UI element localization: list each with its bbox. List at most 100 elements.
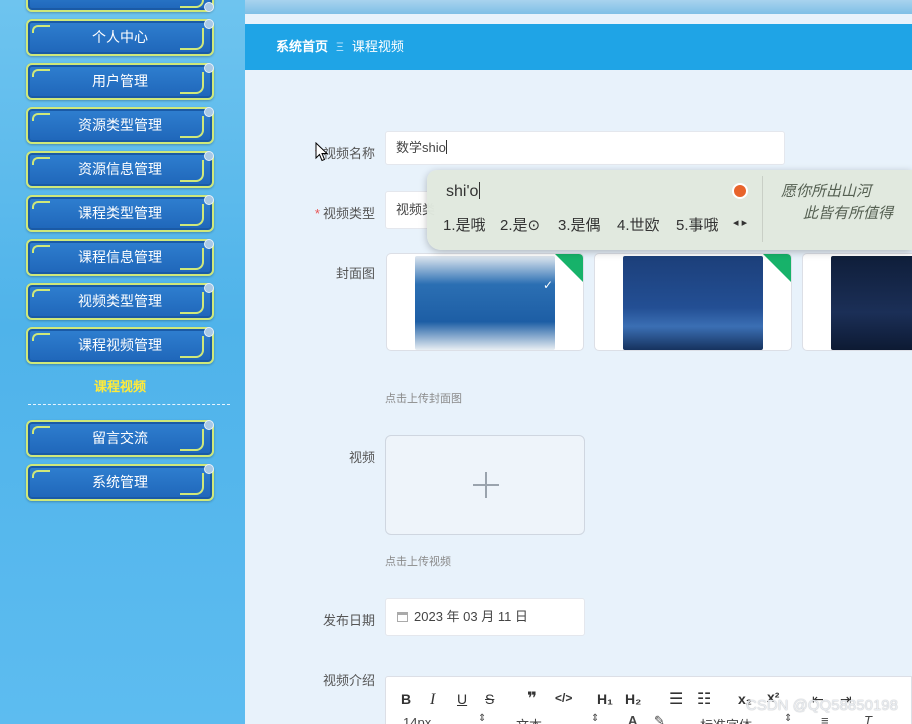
bold-button[interactable]: B xyxy=(401,691,411,707)
code-block-button[interactable]: </> xyxy=(555,691,572,705)
sidebar-subitem-course-video[interactable]: 课程视频 xyxy=(26,376,214,395)
font-color-icon[interactable]: A xyxy=(628,713,637,724)
ime-skin-text-1: 愿你所出山河 xyxy=(781,182,872,200)
cover-thumbnail[interactable]: ✓ xyxy=(386,253,584,351)
strike-button[interactable]: S xyxy=(485,691,494,707)
align-icon[interactable]: ≡ xyxy=(821,713,829,724)
scroll-ornament xyxy=(32,470,50,478)
cover-thumbnail[interactable] xyxy=(802,253,912,351)
sidebar-item-label: 视频类型管理 xyxy=(78,293,162,309)
sidebar-item-course-type-management[interactable]: 课程类型管理 xyxy=(26,195,214,232)
selected-corner xyxy=(555,254,583,282)
scroll-ornament xyxy=(180,0,204,8)
bullet-list-icon[interactable]: ☷ xyxy=(697,689,711,709)
ime-divider xyxy=(762,176,763,242)
scroll-ornament xyxy=(180,160,204,182)
sidebar-item-personal-center[interactable]: 个人中心 xyxy=(26,19,214,56)
ime-composition: shi'o xyxy=(446,182,481,201)
sidebar-item-video-type-management[interactable]: 视频类型管理 xyxy=(26,283,214,320)
ime-composition-text: shi'o xyxy=(446,183,479,200)
cover-label: 封面图 xyxy=(335,266,375,281)
ime-candidate[interactable]: 2.是⊙ xyxy=(500,214,540,235)
ime-skin-text-2: 此皆有所值得 xyxy=(803,204,894,222)
dot-icon xyxy=(204,63,214,73)
underline-button[interactable]: U xyxy=(457,691,467,707)
font-family-select[interactable]: 标准字体 xyxy=(700,715,752,724)
sidebar-item-label: 课程视频管理 xyxy=(78,337,162,353)
breadcrumb-separator-icon: Ξ xyxy=(336,40,344,54)
sidebar-item-system-management[interactable]: 系统管理 xyxy=(26,464,214,501)
sidebar-item-course-info-management[interactable]: 课程信息管理 xyxy=(26,239,214,276)
clear-format-icon[interactable]: T xyxy=(864,713,872,724)
video-name-input[interactable]: 数学shio xyxy=(385,131,785,165)
scroll-ornament xyxy=(180,473,204,495)
ime-caret xyxy=(479,182,481,199)
ime-candidate[interactable]: 1.是哦 xyxy=(443,214,486,235)
video-upload-hint: 点击上传视频 xyxy=(385,556,451,568)
sidebar-item-user-management[interactable]: 用户管理 xyxy=(26,63,214,100)
chevron-updown-icon: ⇕ xyxy=(784,713,793,724)
sidebar-item-label: 资源信息管理 xyxy=(78,161,162,177)
scroll-ornament xyxy=(32,69,50,77)
ordered-list-icon[interactable]: ☰ xyxy=(669,689,683,709)
scroll-ornament xyxy=(32,333,50,341)
ime-page-arrows-icon[interactable]: ◂ ▸ xyxy=(733,216,747,229)
watermark: CSDN @QQ58850198 xyxy=(746,697,898,714)
sidebar-item-course-video-management[interactable]: 课程视频管理 xyxy=(26,327,214,364)
scroll-ornament xyxy=(180,204,204,226)
video-name-value: 数学shio xyxy=(396,140,446,155)
ime-skin-decoration: 愿你所出山河 此皆有所值得 xyxy=(781,180,893,224)
cover-upload-hint: 点击上传封面图 xyxy=(385,393,462,405)
sidebar-item-resource-info-management[interactable]: 资源信息管理 xyxy=(26,151,214,188)
ime-candidate[interactable]: 5.事哦 xyxy=(676,214,719,235)
dot-icon xyxy=(204,327,214,337)
publish-date-label: 发布日期 xyxy=(322,613,375,628)
ime-candidate[interactable]: 3.是偶 xyxy=(558,214,601,235)
sidebar-item-resource-type-management[interactable]: 资源类型管理 xyxy=(26,107,214,144)
font-size-select[interactable]: 14px xyxy=(403,715,431,724)
sidebar-item-label: 留言交流 xyxy=(92,430,148,446)
mouse-cursor-icon xyxy=(315,142,329,162)
ime-logo-icon[interactable] xyxy=(732,183,748,199)
dot-icon xyxy=(204,151,214,161)
chevron-updown-icon: ⇕ xyxy=(591,713,600,724)
sidebar-item-label: 系统管理 xyxy=(92,474,148,490)
heading2-button[interactable]: H₂ xyxy=(625,691,641,707)
sidebar: 个人中心 用户管理 资源类型管理 资源信息管理 课程类型管理 课程信息管理 视频… xyxy=(0,0,245,724)
breadcrumb-home[interactable]: 系统首页 xyxy=(276,39,328,54)
publish-date-input[interactable]: 2023 年 03 月 11 日 xyxy=(385,598,585,636)
video-name-label-text: 视频名称 xyxy=(322,146,375,161)
cover-thumbnail[interactable] xyxy=(594,253,792,351)
italic-button[interactable]: I xyxy=(430,691,435,709)
main-form: *视频名称 数学shio *视频类型 视频类 封面图 ✓ 点击上传封面图 视频 … xyxy=(245,70,912,724)
sidebar-item-label: 课程信息管理 xyxy=(78,249,162,265)
sidebar-divider xyxy=(28,404,230,405)
video-type-label: * 视频类型 xyxy=(285,203,375,222)
breadcrumb: 系统首页 Ξ 课程视频 xyxy=(245,24,912,70)
scroll-ornament xyxy=(180,116,204,138)
heading1-button[interactable]: H₁ xyxy=(597,691,613,707)
scroll-ornament xyxy=(180,429,204,451)
scroll-ornament xyxy=(180,72,204,94)
sidebar-item-label: 课程类型管理 xyxy=(78,205,162,221)
sidebar-item-label: 用户管理 xyxy=(92,73,148,89)
scroll-ornament xyxy=(32,289,50,297)
ime-candidate-window: shi'o 1.是哦 2.是⊙ 3.是偶 4.世欧 5.事哦 ◂ ▸ 愿你所出山… xyxy=(427,170,912,250)
scroll-ornament xyxy=(180,28,204,50)
calendar-icon xyxy=(397,612,408,622)
required-mark: * xyxy=(314,206,320,221)
dot-icon xyxy=(204,107,214,117)
video-name-label: *视频名称 xyxy=(285,143,375,162)
publish-date-value: 2023 年 03 月 11 日 xyxy=(414,609,528,624)
sidebar-item-top-partial[interactable] xyxy=(26,0,214,12)
blockquote-button[interactable]: ❞ xyxy=(527,689,537,709)
video-type-label-text: 视频类型 xyxy=(322,206,375,221)
scroll-ornament xyxy=(32,25,50,33)
dot-icon xyxy=(204,464,214,474)
scroll-ornament xyxy=(32,426,50,434)
highlight-icon[interactable]: ✎ xyxy=(654,713,665,724)
video-upload-button[interactable] xyxy=(385,435,585,535)
sidebar-item-message-board[interactable]: 留言交流 xyxy=(26,420,214,457)
ime-candidate[interactable]: 4.世欧 xyxy=(617,214,660,235)
text-style-select[interactable]: 文本 xyxy=(516,715,542,724)
